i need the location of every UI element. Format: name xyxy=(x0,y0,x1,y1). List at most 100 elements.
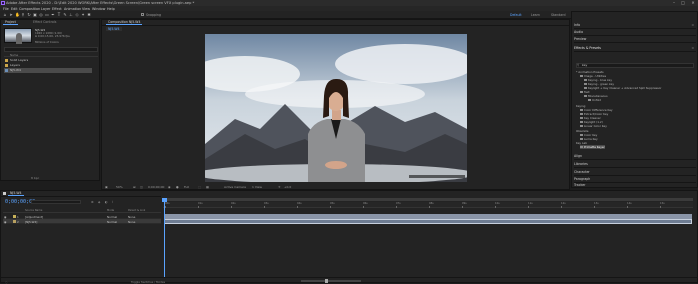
layer-parent[interactable]: None xyxy=(128,220,135,224)
comp-subtab[interactable]: NJ5-W4 xyxy=(106,27,122,31)
timeline-zoom-slider[interactable] xyxy=(301,279,361,283)
zoom-tool-icon[interactable]: ⚲ xyxy=(21,12,25,17)
home-icon[interactable]: ⌂ xyxy=(3,12,7,17)
tab-project[interactable]: Project xyxy=(3,20,18,25)
ruler-tick: 15s xyxy=(660,202,665,208)
effects-tree-item[interactable]: Primatte Keyer xyxy=(580,145,605,149)
camera-dropdown[interactable]: Active Camera xyxy=(224,185,246,189)
rotate-tool-icon[interactable]: ↻ xyxy=(27,12,31,17)
menu-window[interactable]: Window xyxy=(92,7,105,11)
pan-behind-tool-icon[interactable]: ◎ xyxy=(39,12,43,17)
camera-tool-icon[interactable]: ▣ xyxy=(33,12,37,17)
puppet-tool-icon[interactable]: ✱ xyxy=(87,12,91,17)
type-tool-icon[interactable]: T xyxy=(57,12,61,17)
layer-name[interactable]: [Adjustment] xyxy=(25,215,43,219)
draft-3d-icon[interactable]: ◈ xyxy=(98,200,100,204)
graph-editor-icon[interactable]: ⌇ xyxy=(112,200,113,204)
menu-composition[interactable]: Composition xyxy=(19,7,40,11)
timeline-search-input[interactable] xyxy=(31,200,81,204)
menu-view[interactable]: View xyxy=(82,7,90,11)
close-tab-icon[interactable] xyxy=(3,192,6,195)
project-search-input[interactable] xyxy=(4,47,98,52)
views-dropdown[interactable]: 1 View xyxy=(252,185,262,189)
eraser-tool-icon[interactable]: ◇ xyxy=(75,12,79,17)
comp-flowchart-icon[interactable]: ⚙ xyxy=(91,200,94,204)
viewer-timecode[interactable]: 0;00;00;00 xyxy=(148,185,164,189)
panel-align-header[interactable]: Align xyxy=(574,153,696,160)
effects-tree-item[interactable]: Unfold xyxy=(588,98,601,102)
effects-search-input[interactable]: key xyxy=(576,63,694,68)
label-color[interactable] xyxy=(13,215,16,218)
pen-tool-icon[interactable]: ✒ xyxy=(51,12,55,17)
layer-parent[interactable]: None xyxy=(128,215,135,219)
search-icon: ⚲ xyxy=(577,63,580,67)
panel-preview-header[interactable]: Preview xyxy=(574,36,696,43)
panel-tracker-header[interactable]: Tracker xyxy=(574,182,696,189)
roto-brush-tool-icon[interactable]: ✦ xyxy=(81,12,85,17)
ruler-tick: 11s xyxy=(528,202,533,208)
tab-effect-controls[interactable]: Effect Controls xyxy=(31,20,58,25)
layer-row[interactable]: ◉ 2 [NJ5-W4] Normal None xyxy=(3,219,161,224)
transparency-grid-icon[interactable]: ▦ xyxy=(206,185,209,189)
col-mode: Mode xyxy=(107,209,115,212)
ruler-tick: 13s xyxy=(594,202,599,208)
menu-layer[interactable]: Layer xyxy=(41,7,50,11)
panel-effects-presets-header[interactable]: Effects & Presets ≡ xyxy=(574,45,696,52)
panel-libraries-header[interactable]: Libraries xyxy=(574,161,696,168)
bpc-label[interactable]: 8 bpc xyxy=(31,176,39,180)
tab-composition[interactable]: Composition NJ5-W4 xyxy=(106,20,143,25)
effects-tree-item[interactable]: Keylight + Key Cleaner + Advanced Spill … xyxy=(584,86,661,90)
clone-stamp-tool-icon[interactable]: ⊥ xyxy=(69,12,73,17)
exposure-value[interactable]: +0.0 xyxy=(284,185,291,189)
grid-icon[interactable]: ⊞ xyxy=(133,185,136,189)
label-color[interactable] xyxy=(13,220,16,223)
resolution-dropdown[interactable]: Full xyxy=(184,185,189,189)
panel-info-header[interactable]: Info ≡ xyxy=(574,22,696,29)
menu-file[interactable]: File xyxy=(3,7,9,11)
time-ruler[interactable]: 00s 01s 02s 03s 04s 05s 06s 07s 08s 09s … xyxy=(163,202,693,208)
workspace-standard[interactable]: Standard xyxy=(551,13,566,17)
mask-visibility-icon[interactable]: ◫ xyxy=(140,185,143,189)
motion-blur-icon[interactable]: ◐ xyxy=(105,200,108,204)
snapshot-icon[interactable]: ◉ xyxy=(168,185,171,189)
ruler-tick: 02s xyxy=(231,202,236,208)
brush-tool-icon[interactable]: ✎ xyxy=(63,12,67,17)
work-area-bar[interactable] xyxy=(163,198,693,201)
layer-mode[interactable]: Normal xyxy=(107,220,117,224)
snapping-checkbox[interactable] xyxy=(141,13,144,16)
layer-mode[interactable]: Normal xyxy=(107,215,117,219)
menu-animation[interactable]: Animation xyxy=(64,7,81,11)
zoom-slider-handle[interactable] xyxy=(325,279,328,283)
reset-exposure-icon[interactable]: ✳ xyxy=(278,185,281,189)
effect-icon xyxy=(580,145,583,149)
effects-tree-item[interactable]: Linear Color Key xyxy=(580,124,607,128)
visibility-icon[interactable]: ◉ xyxy=(4,220,6,224)
rectangle-tool-icon[interactable]: ▭ xyxy=(45,12,49,17)
layer-name[interactable]: [NJ5-W4] xyxy=(25,220,37,224)
show-channel-icon[interactable]: ● xyxy=(176,185,179,189)
panel-audio-header[interactable]: Audio xyxy=(574,29,696,36)
menu-help[interactable]: Help xyxy=(107,7,115,11)
folder-icon xyxy=(580,90,583,94)
playhead[interactable] xyxy=(162,198,167,278)
zoom-dropdown[interactable]: 50% xyxy=(116,185,123,189)
menu-effect[interactable]: Effect xyxy=(52,7,62,11)
always-preview-icon[interactable]: ▣ xyxy=(105,185,108,189)
region-of-interest-icon[interactable]: ⬚ xyxy=(198,185,201,189)
tab-timeline-comp[interactable]: NJ5-W4 xyxy=(8,191,24,196)
visibility-icon[interactable]: ◉ xyxy=(4,215,6,219)
project-item[interactable]: NJ5-W4 xyxy=(4,68,92,73)
workspace-learn[interactable]: Learn xyxy=(531,13,540,17)
playhead-handle[interactable] xyxy=(162,198,167,202)
layer-number: 2 xyxy=(17,219,19,224)
composition-canvas[interactable] xyxy=(205,34,467,182)
folder-icon xyxy=(580,74,583,78)
hand-tool-icon[interactable]: ✋ xyxy=(15,12,20,17)
workspace-default[interactable]: Default xyxy=(510,13,522,17)
panel-character-header[interactable]: Character xyxy=(574,169,696,176)
menu-edit[interactable]: Edit xyxy=(11,7,18,11)
preset-icon xyxy=(584,86,587,90)
layer-duration-bar[interactable] xyxy=(164,219,692,224)
ruler-tick: 00s xyxy=(165,202,170,208)
selection-tool-icon[interactable]: ➤ xyxy=(9,12,13,17)
